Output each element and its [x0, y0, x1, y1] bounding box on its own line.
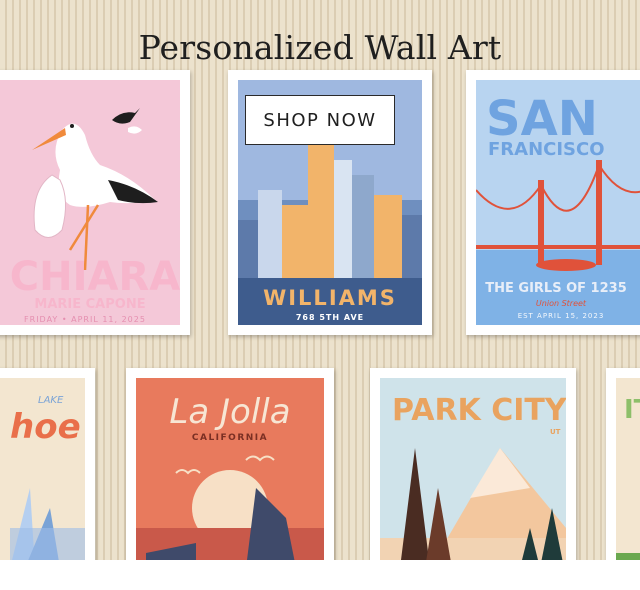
poster-frame-park-city[interactable]: PARK CITY UT [370, 368, 576, 560]
sf-title-line2: FRANCISCO [488, 139, 605, 160]
la-jolla-title: La Jolla [169, 392, 290, 432]
poster-chiara: CHIARA MARIE CAPONE FRIDAY • APRIL 11, 2… [0, 80, 180, 325]
chiara-date: FRIDAY • APRIL 11, 2025 [24, 315, 146, 324]
poster-frame-la-jolla[interactable]: La Jolla CALIFORNIA [126, 368, 334, 560]
poster-frame-partial-right[interactable]: IT [606, 368, 640, 560]
williams-name: WILLIAMS [263, 286, 397, 310]
hero-banner: Personalized Wall Art CHIARA MARIE CAPON… [0, 0, 640, 560]
sf-street: Union Street [536, 299, 587, 308]
poster-park-city: PARK CITY UT [380, 378, 566, 560]
poster-frame-chiara[interactable]: CHIARA MARIE CAPONE FRIDAY • APRIL 11, 2… [0, 70, 190, 335]
shop-now-button[interactable]: SHOP NOW [245, 95, 395, 145]
sf-est: EST APRIL 15, 2023 [518, 312, 605, 320]
poster-tahoe: LAKE hoe [0, 378, 85, 560]
chiara-name: CHIARA [10, 254, 180, 300]
san-francisco-artwork: SAN FRANCISCO THE GIRLS OF 1235 Union St… [476, 80, 640, 325]
tahoe-small: LAKE [38, 395, 64, 406]
poster-la-jolla: La Jolla CALIFORNIA [136, 378, 324, 560]
partial-right-title: IT [624, 395, 640, 425]
la-jolla-artwork: La Jolla CALIFORNIA [136, 378, 324, 560]
poster-frame-san-francisco[interactable]: SAN FRANCISCO THE GIRLS OF 1235 Union St… [466, 70, 640, 335]
poster-partial-right: IT [616, 378, 640, 560]
park-city-state: UT [550, 428, 561, 436]
sf-caption: THE GIRLS OF 1235 [485, 281, 626, 296]
hero-headline: Personalized Wall Art [138, 28, 502, 67]
partial-right-artwork: IT [616, 378, 640, 560]
park-city-title: PARK CITY [392, 393, 566, 428]
chiara-artwork: CHIARA MARIE CAPONE FRIDAY • APRIL 11, 2… [0, 80, 180, 325]
park-city-artwork: PARK CITY UT [380, 378, 566, 560]
tahoe-artwork: LAKE hoe [0, 378, 85, 560]
williams-address: 768 5TH AVE [296, 313, 364, 322]
tahoe-title: hoe [10, 407, 81, 447]
chiara-subtitle: MARIE CAPONE [34, 297, 145, 312]
shop-now-label: SHOP NOW [263, 109, 377, 131]
la-jolla-subtitle: CALIFORNIA [192, 433, 268, 443]
poster-frame-tahoe[interactable]: LAKE hoe [0, 368, 95, 560]
poster-san-francisco: SAN FRANCISCO THE GIRLS OF 1235 Union St… [476, 80, 640, 325]
